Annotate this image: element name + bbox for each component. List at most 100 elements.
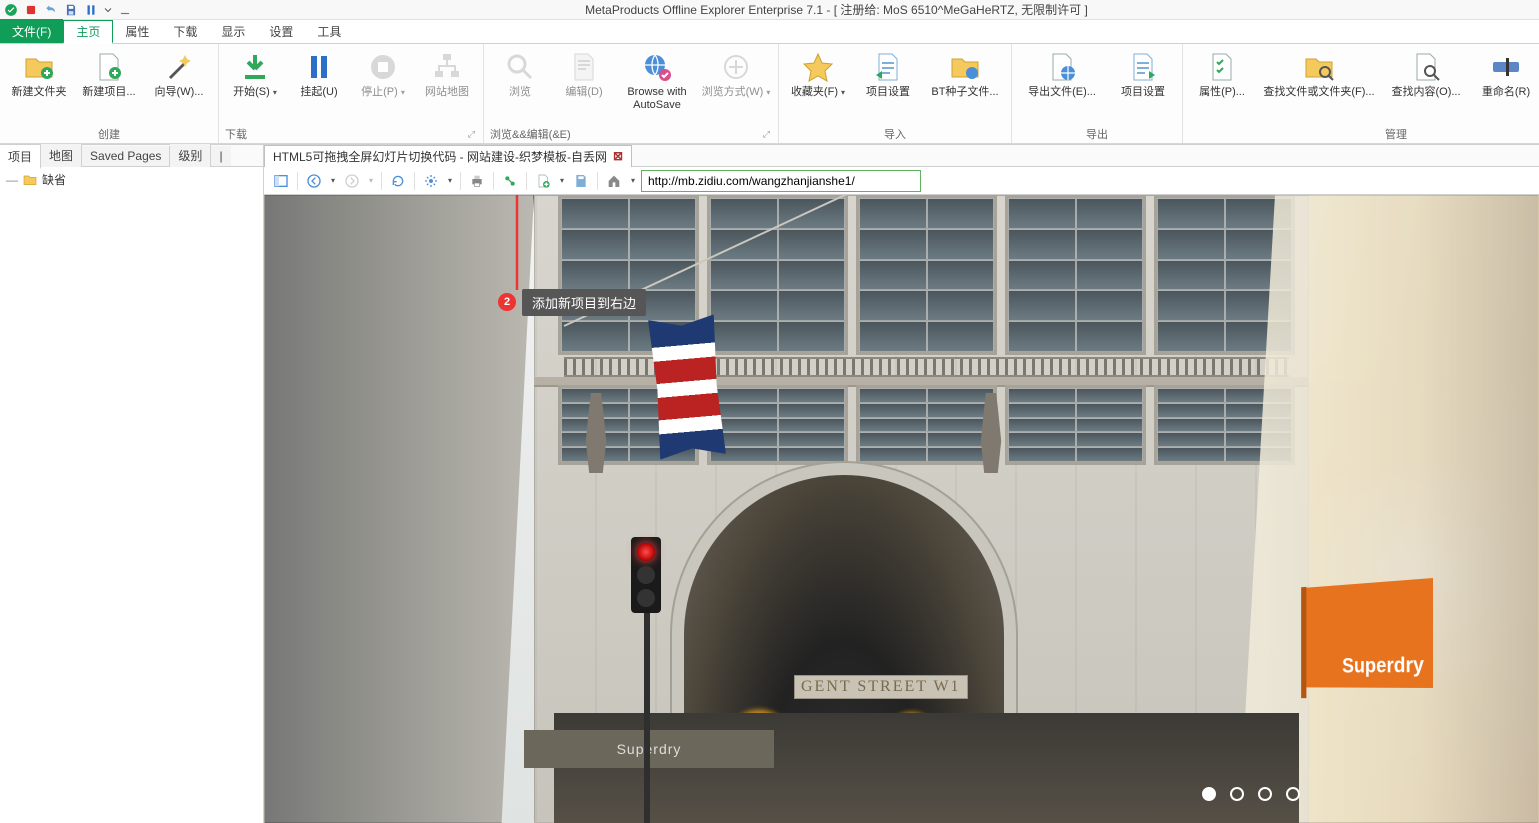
quick-access-toolbar — [2, 1, 134, 19]
tree-root-label: 缺省 — [42, 171, 66, 188]
lp-tab-saved-pages[interactable]: Saved Pages — [82, 146, 170, 166]
suspend-button[interactable]: 挂起(U) — [289, 48, 349, 102]
edit-button[interactable]: 编辑(D) — [554, 48, 614, 102]
link-button[interactable] — [499, 170, 521, 192]
slider-dot[interactable] — [1230, 787, 1244, 801]
document-tab-bar: HTML5可拖拽全屏幻灯片切换代码 - 网站建设-织梦模板-自丢网 ⊠ — [264, 145, 1539, 167]
ribbon-tab-home[interactable]: 主页 — [63, 20, 113, 44]
find-content-button[interactable]: 查找内容(O)... — [1383, 48, 1469, 102]
autosave-button[interactable]: Browse with AutoSave — [618, 48, 696, 114]
browse-mode-label: 浏览方式(W) — [702, 86, 764, 98]
webpage-hero-image: GENT STREET W1 Superdry Superdry — [264, 195, 1539, 823]
gear-button[interactable] — [420, 170, 442, 192]
ribbon-tab-tools[interactable]: 工具 — [305, 19, 353, 43]
document-tab-title: HTML5可拖拽全屏幻灯片切换代码 - 网站建设-织梦模板-自丢网 — [273, 148, 607, 165]
undo-icon[interactable] — [42, 1, 60, 19]
forward-dropdown[interactable]: ▾ — [366, 176, 376, 185]
btseed-button[interactable]: BT种子文件... — [925, 48, 1005, 102]
ribbon-tab-settings[interactable]: 设置 — [257, 19, 305, 43]
find-files-button[interactable]: 查找文件或文件夹(F)... — [1259, 48, 1379, 102]
sitemap-button[interactable]: 网站地图 — [417, 48, 477, 102]
panel-toggle-icon[interactable] — [270, 170, 292, 192]
wizard-label: 向导(W)... — [155, 86, 204, 99]
pause-icon[interactable] — [82, 1, 100, 19]
sitemap-icon — [431, 51, 463, 83]
stop-label: 停止(P) — [361, 86, 398, 98]
slider-dot[interactable] — [1258, 787, 1272, 801]
folder-plus-icon — [23, 51, 55, 83]
doc-import-icon — [872, 51, 904, 83]
browse-mode-button[interactable]: 浏览方式(W) ▾ — [700, 48, 772, 102]
doc-export-icon — [1127, 51, 1159, 83]
doc-globe-icon — [1046, 51, 1078, 83]
back-button[interactable] — [303, 170, 325, 192]
find-files-label: 查找文件或文件夹(F)... — [1263, 86, 1374, 99]
new-folder-button[interactable]: 新建文件夹 — [6, 48, 72, 102]
stop-button[interactable]: 停止(P) ▾ — [353, 48, 413, 102]
ribbon-tab-display[interactable]: 显示 — [209, 19, 257, 43]
lp-tab-map[interactable]: 地图 — [41, 144, 82, 167]
group-manage-label: 管理 — [1385, 126, 1407, 142]
checklist-icon — [1206, 51, 1238, 83]
document-tab[interactable]: HTML5可拖拽全屏幻灯片切换代码 - 网站建设-织梦模板-自丢网 ⊠ — [264, 145, 632, 167]
slider-dot[interactable] — [1202, 787, 1216, 801]
app-icon[interactable] — [2, 1, 20, 19]
group-download-label: 下载 — [225, 126, 247, 142]
add-project-dropdown[interactable]: ▾ — [557, 176, 567, 185]
folder-globe-icon — [949, 51, 981, 83]
edit-label: 编辑(D) — [565, 86, 602, 99]
browser-toolbar: ▾ ▾ ▾ ▾ — [264, 167, 1539, 195]
lp-tab-projects[interactable]: 项目 — [0, 145, 41, 169]
star-icon — [802, 51, 834, 83]
home-button[interactable] — [603, 170, 625, 192]
lp-tab-more[interactable]: | — [211, 146, 230, 166]
print-button[interactable] — [466, 170, 488, 192]
left-pane: 项目 地图 Saved Pages 级别 | — 缺省 — [0, 145, 264, 823]
add-project-button[interactable] — [532, 170, 554, 192]
btseed-label: BT种子文件... — [931, 86, 998, 99]
save-icon[interactable] — [62, 1, 80, 19]
lp-tab-level[interactable]: 级别 — [170, 144, 211, 167]
slider-pagination — [1202, 787, 1300, 801]
save-page-button[interactable] — [570, 170, 592, 192]
wand-icon — [163, 51, 195, 83]
properties-button[interactable]: 属性(P)... — [1189, 48, 1255, 102]
file-plus-icon — [93, 51, 125, 83]
back-dropdown[interactable]: ▾ — [328, 176, 338, 185]
tree-root-node[interactable]: — 缺省 — [6, 171, 257, 188]
ribbon-tab-properties[interactable]: 属性 — [113, 19, 161, 43]
import-project-settings-button[interactable]: 项目设置 — [855, 48, 921, 102]
stop-all-icon[interactable] — [22, 1, 40, 19]
ribbon-tab-download[interactable]: 下载 — [161, 19, 209, 43]
doc-search-icon — [1410, 51, 1442, 83]
group-popout-icon[interactable]: ⤢ — [466, 129, 477, 140]
address-bar-input[interactable] — [641, 170, 921, 192]
export-files-button[interactable]: 导出文件(E)... — [1018, 48, 1106, 102]
ribbon-file-tab[interactable]: 文件(F) — [0, 19, 63, 43]
globe-save-icon — [641, 51, 673, 83]
rename-button[interactable]: 重命名(R) — [1473, 48, 1539, 102]
export-project-settings-button[interactable]: 项目设置 — [1110, 48, 1176, 102]
properties-label: 属性(P)... — [1199, 86, 1245, 99]
browse-button[interactable]: 浏览 — [490, 48, 550, 102]
wizard-button[interactable]: 向导(W)... — [146, 48, 212, 102]
suspend-label: 挂起(U) — [300, 86, 337, 99]
gear-dropdown[interactable]: ▾ — [445, 176, 455, 185]
new-project-button[interactable]: 新建项目... — [76, 48, 142, 102]
ribbon-group-browse-edit: 浏览 编辑(D) Browse with AutoSave 浏览方式(W) ▾ — [484, 44, 779, 143]
new-project-label: 新建项目... — [82, 86, 135, 99]
slider-dot[interactable] — [1286, 787, 1300, 801]
close-tab-icon[interactable]: ⊠ — [613, 149, 623, 163]
home-dropdown[interactable]: ▾ — [628, 176, 638, 185]
folder-search-icon — [1303, 51, 1335, 83]
group-popout-icon[interactable]: ⤢ — [761, 129, 772, 140]
ribbon-body: 新建文件夹 新建项目... 向导(W)... 创建 — [0, 44, 1539, 144]
start-button[interactable]: 开始(S) ▾ — [225, 48, 285, 102]
folder-icon — [22, 172, 38, 188]
minimize-ribbon-icon[interactable] — [116, 1, 134, 19]
forward-button[interactable] — [341, 170, 363, 192]
project-tree[interactable]: — 缺省 — [0, 167, 263, 823]
favorites-button[interactable]: 收藏夹(F) ▾ — [785, 48, 851, 102]
dropdown-icon[interactable] — [102, 1, 114, 19]
refresh-button[interactable] — [387, 170, 409, 192]
